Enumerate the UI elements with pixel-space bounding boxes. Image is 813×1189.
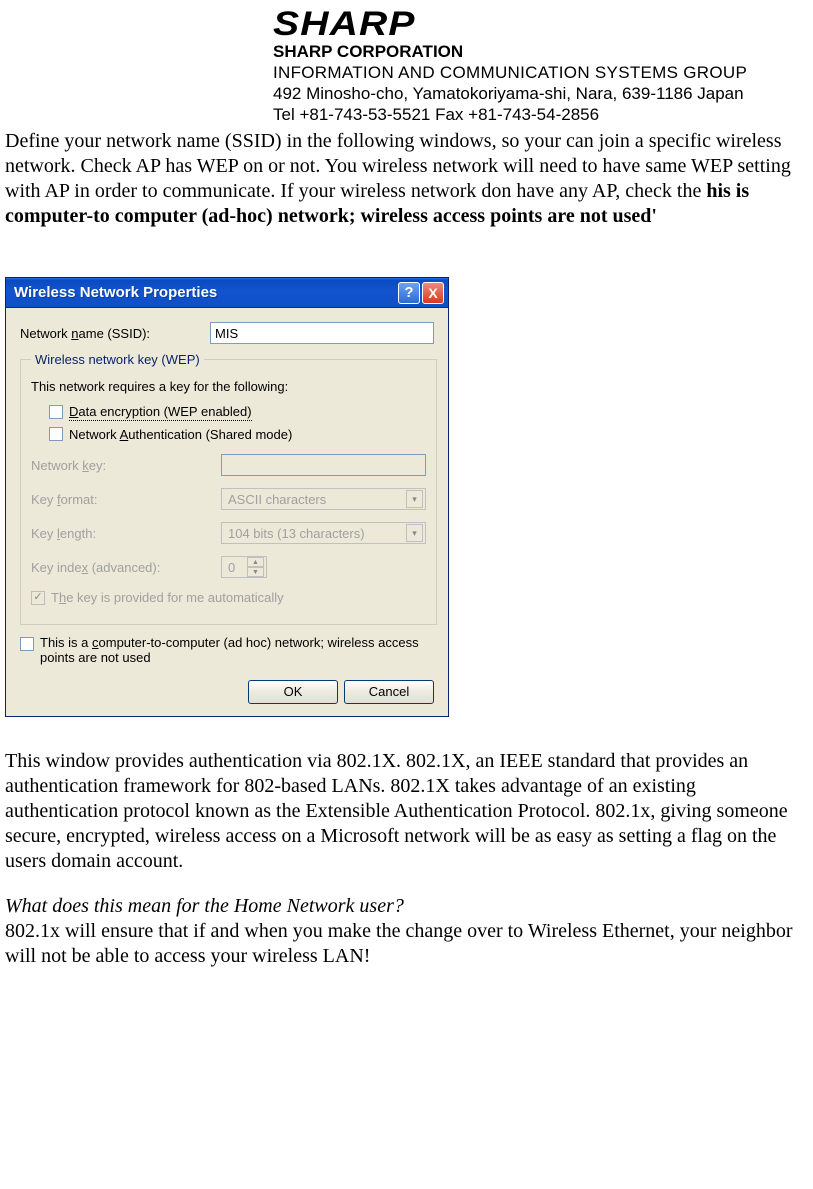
document-header: SHARP SHARP CORPORATION INFORMATION AND … bbox=[273, 5, 805, 125]
question-heading: What does this mean for the Home Network… bbox=[5, 894, 805, 919]
data-encryption-label: Data encryption (WEP enabled) bbox=[69, 404, 252, 421]
address-line: 492 Minosho-cho, Yamatokoriyama-shi, Nar… bbox=[273, 84, 805, 104]
corporation-name: SHARP CORPORATION bbox=[273, 42, 805, 62]
cancel-button[interactable]: Cancel bbox=[344, 680, 434, 704]
close-button[interactable]: X bbox=[422, 282, 444, 304]
close-icon: X bbox=[428, 285, 437, 301]
chevron-down-icon: ▾ bbox=[406, 524, 423, 542]
key-length-label: Key length: bbox=[31, 526, 221, 541]
answer-paragraph: 802.1x will ensure that if and when you … bbox=[5, 919, 805, 969]
spinner-up-icon: ▲ bbox=[247, 557, 264, 567]
dialog-titlebar[interactable]: Wireless Network Properties ? X bbox=[6, 278, 448, 308]
key-format-label: Key format: bbox=[31, 492, 221, 507]
network-auth-checkbox[interactable] bbox=[49, 427, 63, 441]
ssid-input[interactable] bbox=[210, 322, 434, 344]
dialog-title: Wireless Network Properties bbox=[14, 284, 398, 301]
help-icon: ? bbox=[404, 284, 413, 301]
wep-description: This network requires a key for the foll… bbox=[31, 379, 426, 394]
adhoc-label: This is a computer-to-computer (ad hoc) … bbox=[40, 635, 434, 666]
auto-key-checkbox: ✓ bbox=[31, 591, 45, 605]
key-format-select: ASCII characters ▾ bbox=[221, 488, 426, 510]
adhoc-checkbox[interactable] bbox=[20, 637, 34, 651]
group-name: INFORMATION AND COMMUNICATION SYSTEMS GR… bbox=[273, 63, 805, 83]
chevron-down-icon: ▾ bbox=[406, 490, 423, 508]
tel-fax-line: Tel +81-743-53-5521 Fax +81-743-54-2856 bbox=[273, 105, 805, 125]
network-key-label: Network key: bbox=[31, 458, 221, 473]
wep-groupbox: Wireless network key (WEP) This network … bbox=[20, 352, 437, 625]
wep-legend: Wireless network key (WEP) bbox=[31, 352, 204, 367]
sharp-logo: SHARP bbox=[273, 5, 813, 44]
ok-button[interactable]: OK bbox=[248, 680, 338, 704]
key-index-label: Key index (advanced): bbox=[31, 560, 221, 575]
ssid-label: Network name (SSID): bbox=[20, 326, 210, 341]
network-key-input bbox=[221, 454, 426, 476]
auth-paragraph: This window provides authentication via … bbox=[5, 749, 805, 874]
key-length-select: 104 bits (13 characters) ▾ bbox=[221, 522, 426, 544]
network-auth-label: Network Authentication (Shared mode) bbox=[69, 427, 292, 443]
auto-key-label: The key is provided for me automatically bbox=[51, 590, 284, 606]
intro-paragraph: Define your network name (SSID) in the f… bbox=[5, 129, 805, 229]
spinner-down-icon: ▼ bbox=[247, 567, 264, 577]
help-button[interactable]: ? bbox=[398, 282, 420, 304]
wireless-properties-dialog: Wireless Network Properties ? X Network … bbox=[5, 277, 449, 717]
key-index-spinner: 0 ▲ ▼ bbox=[221, 556, 267, 578]
data-encryption-checkbox[interactable] bbox=[49, 405, 63, 419]
